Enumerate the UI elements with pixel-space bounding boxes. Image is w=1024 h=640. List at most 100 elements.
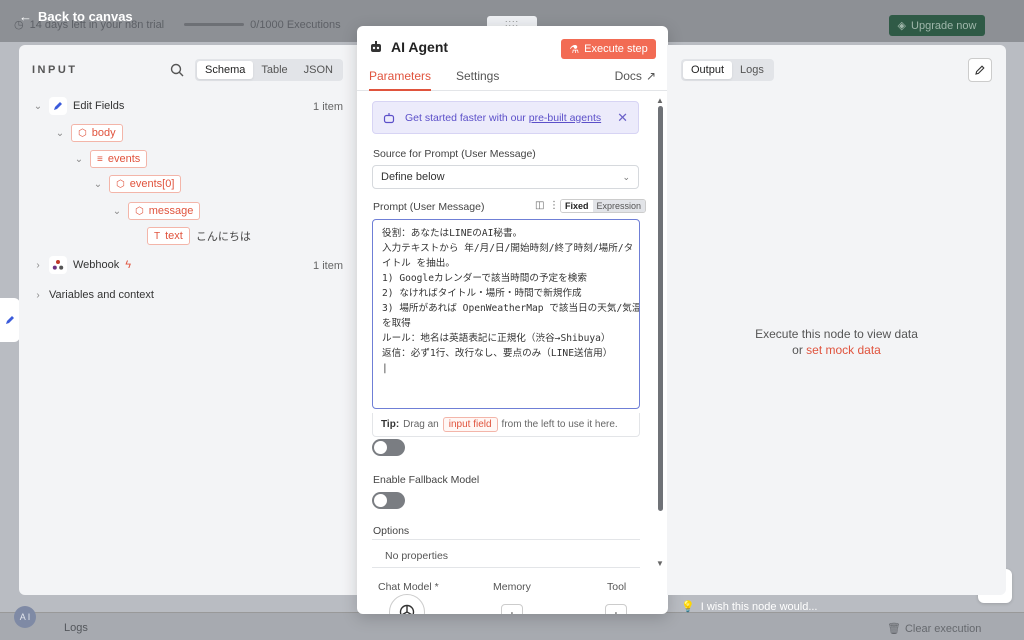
field-pill-events-0[interactable]: ⬡ events[0] <box>109 175 182 193</box>
tip-before: Drag an <box>403 419 439 430</box>
tree-node-variables[interactable]: › Variables and context <box>33 289 154 301</box>
source-prompt-label: Source for Prompt (User Message) <box>373 148 536 160</box>
tree-node-body[interactable]: ⌄ ⬡ body <box>55 124 123 142</box>
clear-execution-button[interactable]: 🗑 Clear execution <box>887 622 981 636</box>
arrow-left-icon: ← <box>19 9 32 24</box>
list-icon: ≡ <box>97 153 103 165</box>
no-properties-text: No properties <box>385 550 449 562</box>
prompt-line: | <box>382 363 388 374</box>
pencil-icon <box>6 316 14 324</box>
field-pill-body[interactable]: ⬡ body <box>71 124 123 142</box>
prebuilt-agents-link[interactable]: pre-built agents <box>529 112 601 124</box>
user-avatar[interactable]: A I <box>14 606 36 628</box>
chevron-down-icon: ⌄ <box>93 178 103 190</box>
toggle-switch[interactable] <box>372 439 405 456</box>
executions-progress-bar <box>184 23 245 26</box>
view-json[interactable]: JSON <box>296 61 341 79</box>
close-icon[interactable]: ✕ <box>617 110 628 126</box>
webhook-node-icon <box>49 256 67 274</box>
executions-text: 0/1000 Executions <box>250 18 341 31</box>
add-tool-button[interactable]: + <box>605 604 627 614</box>
split-view-icon[interactable]: ◫ <box>535 200 544 211</box>
view-logs[interactable]: Logs <box>732 61 772 79</box>
tree-node-events[interactable]: ⌄ ≡ events <box>74 150 148 168</box>
execute-step-button[interactable]: ⚗ Execute step <box>561 39 656 59</box>
prompt-line: イトル を抽出。 <box>382 258 455 269</box>
node-title[interactable]: AI Agent <box>391 39 448 55</box>
chevron-right-icon: › <box>36 289 40 301</box>
scroll-up-icon[interactable]: ▲ <box>656 96 664 105</box>
connector-tool-label: Tool <box>607 581 627 593</box>
tab-parameters[interactable]: Parameters <box>369 69 432 91</box>
diamond-icon: ◈ <box>897 20 907 32</box>
tree-node-events-0[interactable]: ⌄ ⬡ events[0] <box>93 175 182 193</box>
add-memory-button[interactable]: + <box>501 604 523 614</box>
field-name: text <box>165 230 183 242</box>
output-or-text: or <box>792 343 803 357</box>
left-edge-tab[interactable] <box>0 298 20 342</box>
docs-label: Docs <box>614 69 642 83</box>
drag-tip: Tip: Drag an input field from the left t… <box>372 413 640 437</box>
prompt-line: 3) 場所があれば OpenWeatherMap で該当日の天気/気温 <box>382 303 640 314</box>
upgrade-button[interactable]: ◈ Upgrade now <box>889 15 985 36</box>
field-pill-events[interactable]: ≡ events <box>90 150 148 168</box>
field-pill-text[interactable]: Ttext <box>147 227 190 245</box>
chevron-down-icon: ⌄ <box>112 205 122 217</box>
prompt-label: Prompt (User Message) <box>373 201 485 213</box>
tree-node-edit-fields[interactable]: ⌄ Edit Fields <box>33 97 124 115</box>
external-link-icon: ↗ <box>645 69 656 83</box>
prompt-line: を取得 <box>382 318 411 329</box>
search-icon[interactable] <box>169 62 185 78</box>
docs-link[interactable]: Docs ↗ <box>615 69 656 83</box>
logs-label[interactable]: Logs <box>64 622 88 634</box>
options-divider-bottom <box>372 567 640 568</box>
object-icon: ⬡ <box>78 127 87 139</box>
view-table[interactable]: Table <box>253 61 295 79</box>
view-schema[interactable]: Schema <box>197 61 254 79</box>
webhook-count: 1 item <box>313 260 343 272</box>
prompt-line: ルール：地名は英語表記に正規化（渋谷→Shibuya） <box>382 333 611 344</box>
node-settings-panel: AI Agent ⚗ Execute step Parameters Setti… <box>357 26 668 614</box>
view-output[interactable]: Output <box>683 61 733 79</box>
prompt-line: 1) Googleカレンダーで該当時間の予定を検索 <box>382 273 587 284</box>
tree-node-webhook[interactable]: › Webhook ϟ <box>33 256 131 274</box>
prompt-textarea[interactable]: 役割：あなたはLINEのAI秘書。 入力テキストから 年/月/日/開始時刻/終了時… <box>372 219 640 409</box>
set-mock-data-link[interactable]: set mock data <box>806 343 881 357</box>
chevron-down-icon: ⌄ <box>74 153 84 165</box>
wish-text: I wish this node would... <box>700 600 818 613</box>
lightbulb-icon: 💡 <box>681 601 695 613</box>
mode-fixed[interactable]: Fixed <box>561 200 593 212</box>
scroll-down-icon[interactable]: ▼ <box>656 559 664 568</box>
node-title-row: AI Agent <box>369 39 448 55</box>
output-empty-state: Execute this node to view data or set mo… <box>667 326 1006 358</box>
prompt-line: 返信：必ず1行、改行なし、要点のみ（LINE送信用） <box>382 348 613 359</box>
field-name: body <box>91 127 116 139</box>
source-prompt-select[interactable]: Define below ⌄ <box>372 165 639 189</box>
flask-icon: ⚗ <box>569 43 580 56</box>
robot-icon <box>371 41 381 52</box>
edit-output-button[interactable] <box>968 58 992 82</box>
webhook-label: Webhook <box>73 259 120 271</box>
tab-settings[interactable]: Settings <box>456 69 499 89</box>
pencil-icon <box>975 65 985 75</box>
back-to-canvas-link[interactable]: ← Back to canvas <box>19 9 133 24</box>
more-options-icon[interactable]: ⋮ <box>549 200 559 211</box>
feedback-prompt[interactable]: 💡 I wish this node would... <box>681 600 818 614</box>
mode-expression[interactable]: Expression <box>592 200 646 212</box>
callout-text: Get started faster with our pre-built ag… <box>405 112 601 124</box>
prebuilt-agents-callout: Get started faster with our pre-built ag… <box>372 101 639 134</box>
fallback-model-toggle[interactable] <box>372 492 405 509</box>
field-pill-message[interactable]: ⬡ message <box>128 202 201 220</box>
text-type-icon: T <box>154 230 161 242</box>
scrollbar-thumb[interactable] <box>658 106 663 511</box>
tree-node-text[interactable]: Ttext こんにちは <box>147 227 251 245</box>
chat-model-node[interactable] <box>389 594 425 614</box>
openai-icon <box>399 604 415 614</box>
pencil-icon <box>54 102 62 110</box>
logs-bar <box>0 612 1024 640</box>
fixed-expression-toggle: Fixed Expression <box>560 199 647 213</box>
lightning-icon: ϟ <box>125 259 132 271</box>
tree-node-message[interactable]: ⌄ ⬡ message <box>112 202 201 220</box>
object-icon: ⬡ <box>116 178 125 190</box>
field-name: message <box>148 205 194 217</box>
